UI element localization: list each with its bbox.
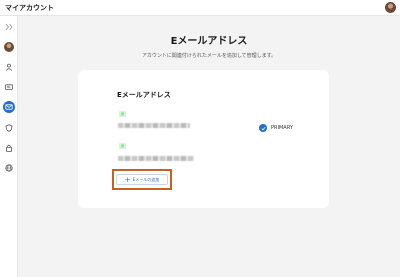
app-title: マイアカウント [5, 4, 54, 12]
email-address-redacted [118, 123, 190, 128]
id-card-icon [5, 84, 13, 90]
globe-icon [5, 164, 13, 172]
mail-icon [5, 104, 13, 110]
sidebar [0, 16, 18, 277]
sidebar-item-security[interactable] [3, 122, 15, 134]
verified-tag: 済 [119, 111, 126, 117]
sidebar-item-id[interactable] [3, 81, 15, 93]
avatar [4, 42, 14, 52]
verified-tag: 済 [119, 143, 126, 149]
lock-icon [5, 144, 12, 152]
page-subtitle: アカウントに関連付けられたメールを追加して管理します。 [141, 53, 277, 59]
highlight-frame: + Eメールの追加 [112, 169, 172, 190]
check-icon [259, 124, 267, 132]
add-email-label: Eメールの追加 [132, 176, 160, 182]
collapse-icon[interactable] [3, 21, 15, 33]
sidebar-item-email[interactable] [3, 101, 15, 113]
avatar[interactable] [385, 2, 396, 13]
person-icon [5, 63, 13, 71]
section-title: Eメールアドレス [117, 91, 171, 99]
primary-label: PRIMARY [271, 125, 293, 131]
sidebar-item-profile[interactable] [3, 41, 15, 53]
email-card: Eメールアドレス 済 PRIMARY 済 + Eメールの追加 [78, 70, 329, 208]
email-address-redacted [118, 156, 194, 161]
plus-icon: + [124, 175, 131, 184]
sidebar-item-language[interactable] [3, 162, 15, 174]
sidebar-item-password[interactable] [3, 142, 15, 154]
shield-icon [5, 124, 13, 132]
primary-badge: PRIMARY [259, 124, 293, 132]
top-bar: マイアカウント [0, 0, 400, 16]
sidebar-item-personal-info[interactable] [3, 61, 15, 73]
add-email-button[interactable]: + Eメールの追加 [116, 174, 168, 185]
page-title: Eメールアドレス [170, 36, 248, 47]
